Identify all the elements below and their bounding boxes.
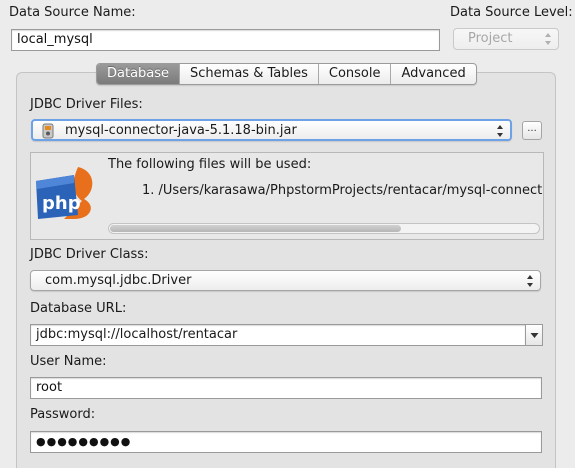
chevron-down-icon — [530, 333, 539, 338]
data-source-name-input[interactable]: local_mysql — [11, 29, 440, 51]
updown-arrows-icon — [527, 275, 533, 287]
data-source-name-label: Data Source Name: — [9, 5, 136, 20]
password-input[interactable]: ●●●●●●●●● — [30, 431, 542, 453]
database-url-label: Database URL: — [30, 301, 127, 316]
data-source-level-select[interactable]: Project — [453, 28, 559, 50]
files-info-text: The following files will be used: — [108, 157, 312, 172]
jdbc-driver-files-label: JDBC Driver Files: — [30, 97, 143, 112]
updown-arrows-icon — [497, 125, 503, 137]
driver-files-info-box: php The following files will be used: 1.… — [30, 152, 544, 240]
tab-advanced[interactable]: Advanced — [391, 64, 475, 84]
tab-console[interactable]: Console — [319, 64, 392, 84]
user-name-label: User Name: — [30, 354, 107, 369]
jdbc-driver-class-value: com.mysql.jdbc.Driver — [45, 273, 192, 288]
jar-file-icon — [42, 123, 54, 139]
updown-arrows-icon — [545, 33, 551, 45]
tab-bar: Database Schemas & Tables Console Advanc… — [96, 63, 477, 85]
password-label: Password: — [30, 407, 96, 422]
browse-files-button[interactable]: ... — [522, 121, 542, 140]
data-source-level-label: Data Source Level: — [450, 5, 573, 20]
driver-file-path: 1. /Users/karasawa/PhpstormProjects/rent… — [142, 183, 542, 198]
phpstorm-logo-text: php — [42, 193, 81, 214]
phpstorm-logo-icon: php — [36, 167, 93, 219]
data-source-level-value: Project — [468, 31, 513, 46]
jdbc-driver-files-value: mysql-connector-java-5.1.18-bin.jar — [65, 123, 297, 138]
database-url-input[interactable]: jdbc:mysql://localhost/rentacar — [30, 324, 525, 346]
horizontal-scrollbar[interactable] — [108, 223, 540, 234]
jdbc-driver-class-select[interactable]: com.mysql.jdbc.Driver — [30, 270, 541, 291]
jdbc-driver-files-select[interactable]: mysql-connector-java-5.1.18-bin.jar — [31, 119, 512, 141]
user-name-input[interactable]: root — [30, 377, 542, 399]
tab-schemas-tables[interactable]: Schemas & Tables — [180, 64, 319, 84]
tab-database[interactable]: Database — [97, 64, 181, 84]
scrollbar-thumb[interactable] — [110, 225, 401, 232]
database-url-dropdown-button[interactable] — [525, 324, 543, 346]
jdbc-driver-class-label: JDBC Driver Class: — [30, 247, 149, 262]
